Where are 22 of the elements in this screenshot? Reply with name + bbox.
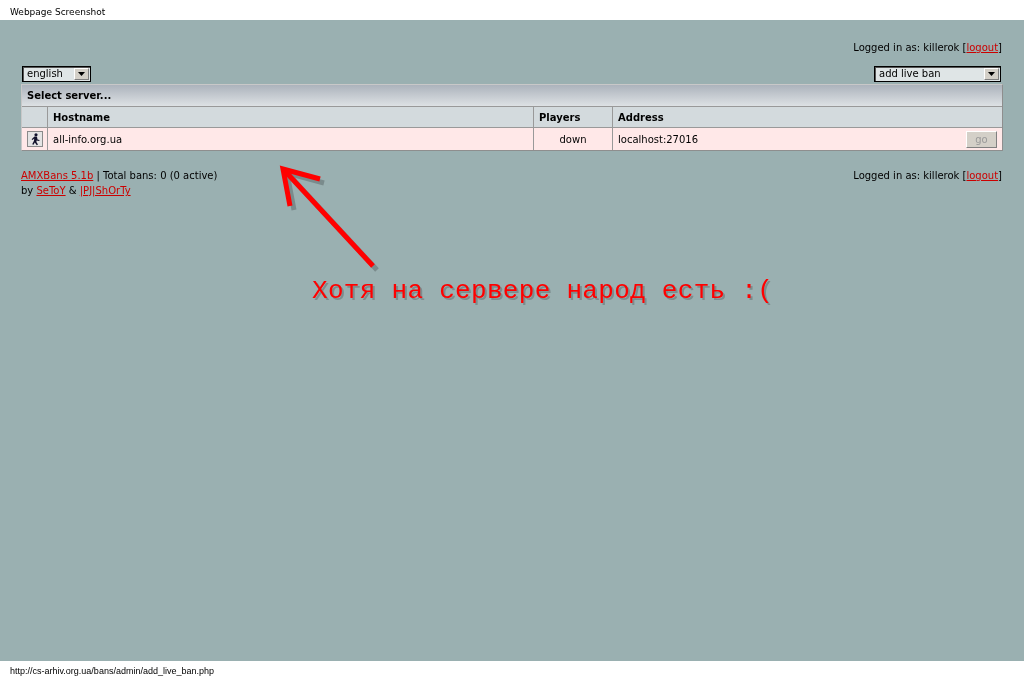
capture-title: Webpage Screenshot [10, 7, 106, 17]
version-link[interactable]: AMXBans 5.1b [21, 170, 94, 181]
ban-stats-text: AMXBans 5.1b | Total bans: 0 (0 active) [21, 169, 218, 183]
column-header: Players [533, 107, 612, 128]
annotation-text: Хотя на сервере народ есть :( [312, 276, 774, 306]
credits-text: by SeToY & |PJ|ShOrTy [21, 184, 132, 198]
login-status: Logged in as: killerok [logout] [853, 169, 1002, 183]
running-figure-icon [26, 131, 43, 147]
author-link[interactable]: |PJ|ShOrTy [79, 185, 131, 196]
column-header: Hostname [47, 107, 533, 128]
language-select[interactable]: english [22, 66, 91, 82]
action-select[interactable]: add live ban [874, 66, 1001, 82]
table-cell: all-info.org.ua [47, 128, 533, 150]
column-header: Address [612, 107, 1002, 128]
caret-icon [984, 68, 999, 80]
page-url: http://cs-arhiv.org.ua/bans/admin/add_live_ban.php [10, 665, 214, 677]
address-text: localhost:27016 [618, 133, 699, 145]
table-title: Select server... [22, 85, 1002, 107]
login-status: Logged in as: killerok [logout] [853, 41, 1002, 55]
table-cell: down [533, 128, 612, 150]
caret-icon [74, 68, 89, 80]
author-link[interactable]: SeToY [36, 185, 66, 196]
